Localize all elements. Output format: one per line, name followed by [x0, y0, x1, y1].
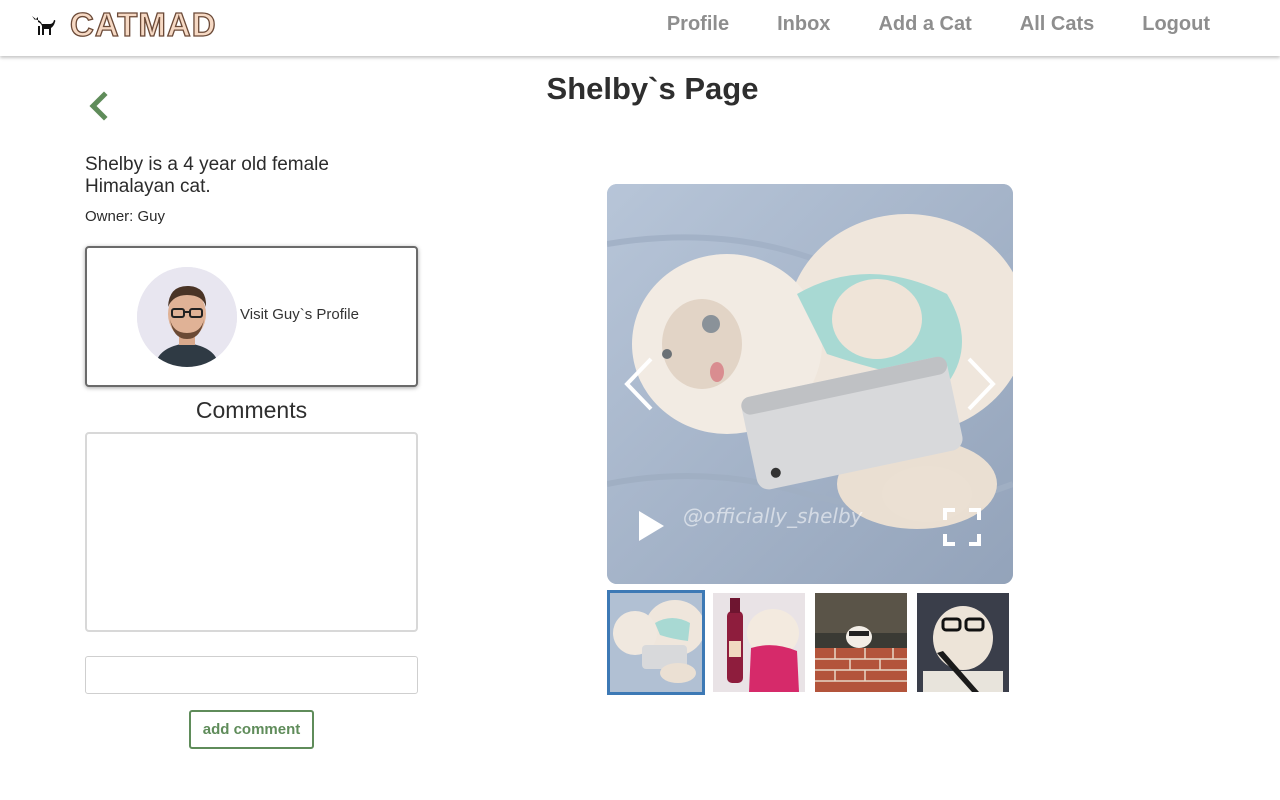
comments-list: [85, 432, 418, 632]
owner-avatar-image: [137, 267, 237, 367]
nav-add-cat-link[interactable]: Add a Cat: [878, 12, 971, 36]
comments-heading: Comments: [195, 397, 308, 423]
nav-menu: Profile Inbox Add a Cat All Cats Logout: [667, 12, 1210, 36]
cat-description: Shelby is a 4 year old female Himalayan …: [85, 154, 329, 197]
play-slideshow-icon[interactable]: [635, 508, 667, 544]
thumbnail-image-1: [610, 593, 702, 692]
nav-logout-link[interactable]: Logout: [1142, 12, 1210, 36]
comment-input[interactable]: [85, 656, 418, 694]
top-navbar: CATMAD Profile Inbox Add a Cat All Cats …: [0, 0, 1280, 56]
gallery-main-image[interactable]: @officially_shelby: [607, 184, 1013, 584]
gallery-thumbnail[interactable]: [607, 590, 705, 695]
gallery-next-arrow-icon[interactable]: [963, 354, 999, 414]
gallery-thumbnail[interactable]: [917, 593, 1009, 692]
brand-logo[interactable]: CATMAD: [69, 5, 217, 44]
fullscreen-icon[interactable]: [943, 508, 981, 546]
gallery-prev-arrow-icon[interactable]: [621, 354, 657, 414]
cat-owner: Owner: Guy: [85, 208, 166, 225]
photo-watermark: @officially_shelby: [683, 504, 863, 528]
add-comment-button[interactable]: add comment: [189, 710, 314, 749]
nav-all-cats-link[interactable]: All Cats: [1020, 12, 1094, 36]
thumbnail-image-2: [713, 593, 805, 692]
nav-inbox-link[interactable]: Inbox: [777, 12, 830, 36]
gallery-thumbnail[interactable]: [713, 593, 805, 692]
thumbnail-image-4: [917, 593, 1009, 692]
owner-profile-link-text: Visit Guy`s Profile: [240, 306, 359, 323]
page-title: Shelby`s Page: [546, 71, 759, 106]
thumbnail-image-3: [815, 593, 907, 692]
owner-profile-card[interactable]: Visit Guy`s Profile: [85, 246, 418, 387]
owner-avatar: [137, 267, 237, 367]
gallery-thumbnail[interactable]: [815, 593, 907, 692]
nav-profile-link[interactable]: Profile: [667, 12, 729, 36]
cat-logo-icon: [32, 16, 56, 35]
